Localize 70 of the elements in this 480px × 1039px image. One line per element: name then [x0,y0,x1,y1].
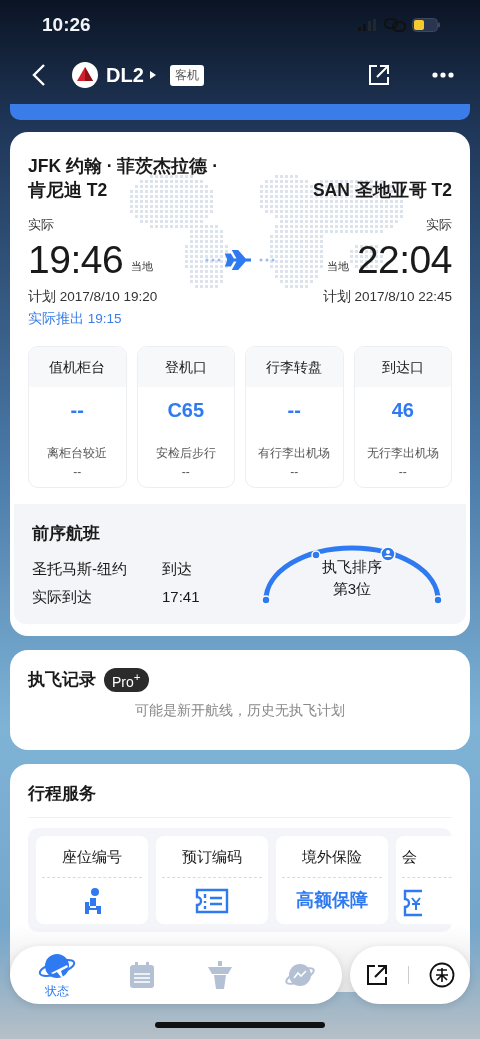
voucher-icon [402,887,422,918]
aircraft-tag: 客机 [169,64,204,86]
tile-note: 离柜台较近 [46,446,109,461]
time-note: 当地 [326,258,349,274]
row-value: 17:41 [162,587,200,607]
time-note: 当地 [131,258,154,274]
more-icon[interactable] [432,72,454,78]
departure-airport: JFK 约翰 · 菲茨杰拉德 · 肯尼迪 T2 [28,155,220,202]
control-tower-icon [207,961,232,989]
tile-title: 预订编码 [182,847,242,867]
section-title: 前序航班 [32,523,101,545]
tile-note-value: -- [397,465,408,479]
arrival-airport: SAN 圣地亚哥 T2 [312,179,452,202]
info-tile[interactable]: 登机口 C65 安检后步行 -- [136,346,235,488]
tile-note: 有行李出机场 [257,446,332,461]
pro-badge[interactable]: Pro$^{+}$ [104,668,149,692]
signal-icon [358,19,378,31]
airline-logo-icon [72,62,98,88]
tile-value: -- [286,399,302,422]
info-tile[interactable]: 值机柜台 -- 离柜台较近 -- [28,346,127,488]
service-tile[interactable]: 预订编码 [156,835,268,924]
status-time: 10:26 [42,14,91,36]
back-icon[interactable] [32,63,46,87]
pushback-time: 实际推出 19:15 [28,310,123,328]
order-title: 执飞排序 [322,557,382,577]
tile-title: 会 [402,847,417,867]
battery-icon [412,18,440,32]
caret-icon[interactable] [149,71,156,79]
service-tile[interactable]: 座位编号 [36,835,148,924]
tile-note: 安检后步行 [154,446,217,461]
tile-title: 到达口 [354,347,451,387]
scheduled-time: 计划 2017/8/10 19:20 [28,288,158,306]
status-label: 实际 [426,216,452,234]
service-tile[interactable]: 会 [396,835,452,924]
service-value: 高额保障 [296,888,368,912]
status-label: 实际 [28,216,54,234]
passenger-mode-icon[interactable] [428,962,455,988]
ticket-icon [194,887,230,914]
departure-time: 19:46 [28,238,124,282]
order-rank: 第3位 [332,579,372,599]
arrival-time: 22:04 [356,238,452,282]
section-title: 行程服务 [28,782,97,805]
tile-note: 无行李出机场 [365,446,440,461]
plane-icon [205,250,275,270]
info-tile[interactable]: 到达口 46 无行李出机场 -- [353,346,452,488]
row-value: 到达 [162,559,192,579]
service-tile[interactable]: 境外保险 高额保障 [276,835,388,924]
tile-value: 46 [390,399,415,422]
empty-message: 可能是新开航线，历史无执飞计划 [134,701,346,720]
link-icon [384,18,406,32]
row-label: 圣托马斯-纽约 [32,559,128,579]
tile-title: 登机口 [137,347,234,387]
planet-icon [285,962,316,988]
scheduled-time: 计划 2017/8/10 22:45 [322,288,452,306]
tile-title: 座位编号 [62,847,122,867]
tile-note-value: -- [289,465,300,479]
tab-item[interactable]: 状态 [36,950,77,1000]
row-label: 实际到达 [32,587,93,607]
tile-title: 值机柜台 [29,347,126,387]
tile-note-value: -- [180,465,191,479]
tile-title: 境外保险 [302,847,362,867]
info-tile[interactable]: 行李转盘 -- 有行李出机场 -- [245,346,344,488]
tile-value: C65 [166,399,206,422]
tile-title: 行李转盘 [246,347,343,387]
flight-number[interactable]: DL2 [106,63,144,87]
section-title: 执飞记录 [28,669,96,692]
tile-note-value: -- [72,465,83,479]
tile-value: -- [69,399,85,422]
share-icon[interactable] [365,964,388,986]
calendar-icon [130,962,155,988]
